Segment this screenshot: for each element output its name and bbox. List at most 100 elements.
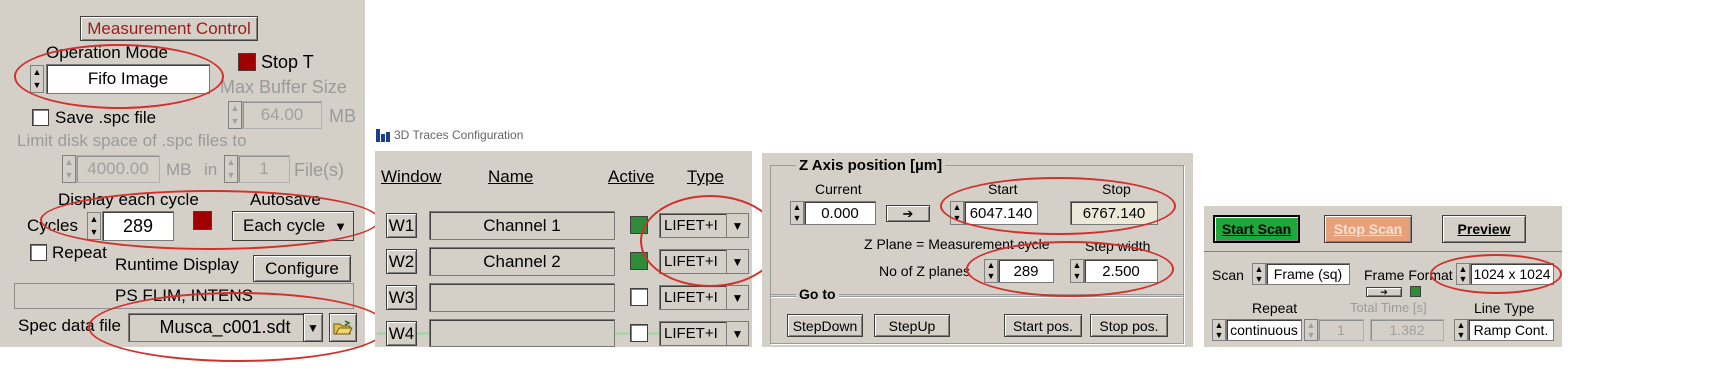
limit-disk-spinner: ▲ ▼ [62,155,76,183]
total-time-field: 1.382 [1370,319,1444,341]
stop-t-checkbox[interactable] [238,53,256,71]
limit-disk-field: 4000.00 [76,155,160,183]
operation-mode-spinner[interactable]: ▲ ▼ [30,65,44,93]
current-label: Current [815,181,862,197]
active-checkbox[interactable] [630,324,648,342]
stepup-button[interactable]: StepUp [874,314,950,337]
current-field[interactable]: 0.000 [804,201,876,225]
header-window: Window [381,167,442,186]
files-unit: File(s) [294,160,344,180]
limit-disk-unit: MB [166,160,192,179]
spec-data-field[interactable]: Musca_c001.sdt [128,313,322,342]
arrow-icon[interactable]: ➔ [1366,287,1402,297]
repeat-count-field: 1 [1318,319,1364,341]
stop-field: 6767.140 [1070,201,1158,225]
autosave-select[interactable]: Each cycle ▼ [232,211,354,241]
scan-field[interactable]: Frame (sq) [1266,263,1350,285]
configure-button[interactable]: Configure [253,255,351,282]
max-buffer-unit: MB [329,106,356,126]
chevron-down-icon[interactable]: ▼ [726,214,748,237]
channel-name-field[interactable]: Channel 1 [429,211,615,240]
chevron-down-icon[interactable]: ▼ [726,250,748,273]
autosave-value: Each cycle [243,216,326,235]
window-w3-button[interactable]: W3 [386,285,417,310]
measurement-control-title: Measurement Control [80,16,258,41]
start-field[interactable]: 6047.140 [964,201,1038,225]
repeat-spinner[interactable]: ▲ ▼ [1212,319,1226,341]
cycles-field[interactable]: 289 [102,211,174,241]
line-type-spinner[interactable]: ▲ ▼ [1454,319,1468,341]
no-z-planes-spinner[interactable]: ▲ ▼ [984,259,998,283]
channel-name-field[interactable] [429,283,615,312]
display-each-cycle-checkbox[interactable] [193,211,212,230]
repeat-checkbox[interactable] [30,244,47,261]
line-type-label: Line Type [1474,300,1535,316]
repeat-count-spinner: ▲ ▼ [1304,319,1318,341]
current-spinner[interactable]: ▲ ▼ [790,201,804,225]
header-active: Active [608,167,655,186]
autosave-label: Autosave [250,190,321,209]
files-field: 1 [238,155,290,183]
chevron-down-icon: ▼ [334,218,347,234]
in-label: in [204,160,218,179]
stop-t-label: Stop T [261,52,314,72]
start-label: Start [988,181,1018,197]
channel-name-field[interactable] [429,319,615,347]
type-value: LIFET+I [664,289,718,306]
measurement-control-panel: Measurement Control Operation Mode ▲ ▼ Fi… [0,0,388,362]
zplane-label: Z Plane = Measurement cycle [864,236,1050,252]
save-spc-label: Save .spc file [55,108,157,127]
divider [1204,251,1562,252]
traces-config-panel: Window Name Active Type W1 Channel 1 LIF… [375,151,780,347]
max-buffer-spinner: ▲ ▼ [228,101,242,129]
folder-open-icon[interactable] [329,313,357,342]
no-z-planes-field[interactable]: 289 [998,259,1054,283]
type-value: LIFET+I [664,253,718,270]
repeat-label: Repeat [52,243,107,262]
step-width-label: Step width [1085,238,1151,254]
window-w1-button[interactable]: W1 [386,213,417,238]
files-spinner: ▲ ▼ [224,155,238,183]
status-field: PS FLIM, INTENS [14,283,354,309]
chevron-down-icon[interactable]: ▼ [726,286,748,309]
scan-spinner[interactable]: ▲ ▼ [1252,263,1266,285]
operation-mode-label: Operation Mode [46,43,168,62]
header-type: Type [687,167,724,186]
stepdown-button[interactable]: StepDown [787,314,863,337]
preview-button[interactable]: Preview [1442,215,1526,243]
frame-format-spinner[interactable]: ▲ ▼ [1456,263,1470,285]
cycles-label: Cycles [27,216,79,235]
cycles-spinner[interactable]: ▲ ▼ [87,212,101,240]
arrow-right-icon[interactable]: ➔ [886,205,930,222]
window-title: 3D Traces Configuration [394,128,524,142]
stop-label: Stop [1102,181,1131,197]
type-value: LIFET+I [664,325,718,342]
save-spc-checkbox[interactable] [32,109,49,126]
line-type-field[interactable]: Ramp Cont. [1468,319,1554,341]
chevron-down-icon[interactable]: ▼ [726,322,748,345]
chevron-down-icon: ▼ [307,320,319,335]
step-width-spinner[interactable]: ▲ ▼ [1070,259,1084,283]
repeat-field[interactable]: continuous [1226,319,1302,341]
stop-pos-button[interactable]: Stop pos. [1090,314,1168,337]
limit-disk-label: Limit disk space of .spc files to [17,131,247,150]
frame-format-field[interactable]: 1024 x 1024 [1470,263,1554,285]
active-checkbox[interactable] [630,288,648,306]
display-each-cycle-label: Display each cycle [58,190,199,209]
scan-control-panel: Start Scan Stop Scan Preview Scan ▲ ▼ Fra… [1204,206,1562,347]
start-pos-button[interactable]: Start pos. [1004,314,1082,337]
stop-scan-button[interactable]: Stop Scan [1324,215,1412,243]
frame-format-label: Frame Format [1364,267,1453,283]
operation-mode-field[interactable]: Fifo Image [46,64,210,94]
step-width-field[interactable]: 2.500 [1084,259,1158,283]
start-spinner[interactable]: ▲ ▼ [950,201,964,225]
start-scan-button[interactable]: Start Scan [1213,215,1300,243]
channel-name-field[interactable]: Channel 2 [429,247,615,276]
active-checkbox[interactable] [630,216,648,234]
window-w2-button[interactable]: W2 [386,249,417,274]
active-checkbox[interactable] [630,252,648,270]
type-value: LIFET+I [664,217,718,234]
spec-data-dropdown[interactable]: ▼ [303,313,323,342]
goto-group-title: Go to [796,286,839,302]
window-w4-button[interactable]: W4 [386,321,417,346]
